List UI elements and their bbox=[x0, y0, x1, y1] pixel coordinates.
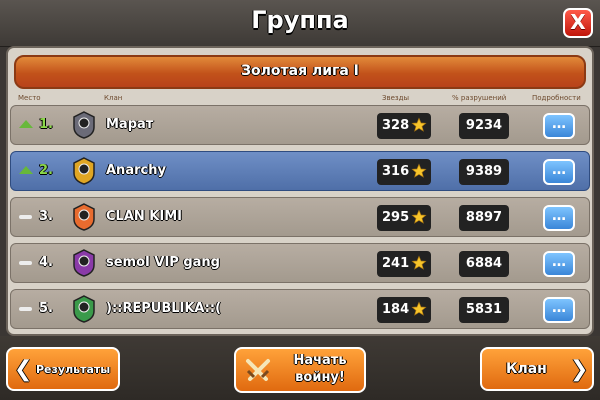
destruction-value: 9234 bbox=[465, 118, 503, 133]
page-title: Группа bbox=[251, 6, 349, 34]
stars-box: 316 bbox=[377, 159, 431, 185]
clan-row[interactable]: 1. Марат 328 9234 … bbox=[10, 105, 590, 145]
destruction-box: 5831 bbox=[459, 297, 509, 323]
clan-name: )::REPUBLIKA::( bbox=[106, 301, 222, 316]
star-icon bbox=[411, 301, 427, 316]
trend-neutral-icon bbox=[19, 215, 32, 219]
rank: 1. bbox=[39, 117, 53, 132]
trend-neutral-icon bbox=[19, 261, 32, 265]
destruction-box: 6884 bbox=[459, 251, 509, 277]
details-button[interactable]: … bbox=[543, 113, 575, 139]
start-war-line2: войну! bbox=[295, 370, 345, 385]
star-icon bbox=[411, 209, 427, 224]
trend-up-icon bbox=[19, 120, 33, 128]
clan-badge-icon bbox=[73, 111, 95, 139]
column-details: Подробности bbox=[532, 94, 581, 102]
stars-box: 328 bbox=[377, 113, 431, 139]
rank: 5. bbox=[39, 301, 53, 316]
clan-row[interactable]: 2. Anarchy 316 9389 … bbox=[10, 151, 590, 191]
clan-name: Anarchy bbox=[106, 163, 166, 178]
destruction-value: 9389 bbox=[465, 164, 503, 179]
clan-badge-icon bbox=[73, 157, 95, 185]
rank: 3. bbox=[39, 209, 53, 224]
trend-up-icon bbox=[19, 166, 33, 174]
clan-badge-icon bbox=[73, 203, 95, 231]
stars-value: 184 bbox=[382, 302, 410, 317]
start-war-button[interactable]: Начать войну! bbox=[234, 347, 366, 393]
clan-badge-icon bbox=[73, 295, 95, 323]
destruction-value: 6884 bbox=[465, 256, 503, 271]
stars-value: 295 bbox=[382, 210, 410, 225]
clan-name: CLAN KIMI bbox=[106, 209, 182, 224]
column-place: Место bbox=[18, 94, 41, 102]
results-button[interactable]: ❮ Результаты bbox=[6, 347, 120, 391]
destruction-box: 8897 bbox=[459, 205, 509, 231]
start-war-line1: Начать bbox=[293, 353, 347, 368]
clan-row[interactable]: 5. )::REPUBLIKA::( 184 5831 … bbox=[10, 289, 590, 329]
star-icon bbox=[411, 255, 427, 270]
details-button[interactable]: … bbox=[543, 205, 575, 231]
stars-value: 316 bbox=[382, 164, 410, 179]
chevron-left-icon: ❮ bbox=[14, 357, 33, 382]
destruction-box: 9389 bbox=[459, 159, 509, 185]
league-name: Золотая лига I bbox=[241, 63, 359, 79]
clan-row[interactable]: 3. CLAN KIMI 295 8897 … bbox=[10, 197, 590, 237]
rank: 2. bbox=[39, 163, 53, 178]
chevron-right-icon: ❯ bbox=[570, 357, 589, 382]
destruction-box: 9234 bbox=[459, 113, 509, 139]
details-button[interactable]: … bbox=[543, 297, 575, 323]
crossed-swords-icon bbox=[246, 359, 270, 381]
column-stars: Звезды bbox=[382, 94, 410, 102]
results-label: Результаты bbox=[36, 363, 111, 376]
stars-box: 184 bbox=[377, 297, 431, 323]
clan-row[interactable]: 4. semoI VIP gang 241 6884 … bbox=[10, 243, 590, 283]
clan-button[interactable]: Клан ❯ bbox=[480, 347, 594, 391]
clan-label: Клан bbox=[506, 361, 547, 377]
details-button[interactable]: … bbox=[543, 159, 575, 185]
column-clan: Клан bbox=[104, 94, 123, 102]
destruction-value: 8897 bbox=[465, 210, 503, 225]
star-icon bbox=[411, 163, 427, 178]
destruction-value: 5831 bbox=[465, 302, 503, 317]
star-icon bbox=[411, 117, 427, 132]
clan-name: Марат bbox=[106, 117, 154, 132]
clan-name: semoI VIP gang bbox=[106, 255, 220, 270]
rank: 4. bbox=[39, 255, 53, 270]
top-bar: Группа X bbox=[0, 0, 600, 47]
close-button[interactable]: X bbox=[563, 8, 593, 38]
league-banner: Золотая лига I bbox=[14, 55, 586, 89]
stars-box: 295 bbox=[377, 205, 431, 231]
column-destruction: % разрушений bbox=[452, 94, 507, 102]
stars-value: 328 bbox=[382, 118, 410, 133]
trend-neutral-icon bbox=[19, 307, 32, 311]
details-button[interactable]: … bbox=[543, 251, 575, 277]
clan-badge-icon bbox=[73, 249, 95, 277]
stars-value: 241 bbox=[382, 256, 410, 271]
stars-box: 241 bbox=[377, 251, 431, 277]
